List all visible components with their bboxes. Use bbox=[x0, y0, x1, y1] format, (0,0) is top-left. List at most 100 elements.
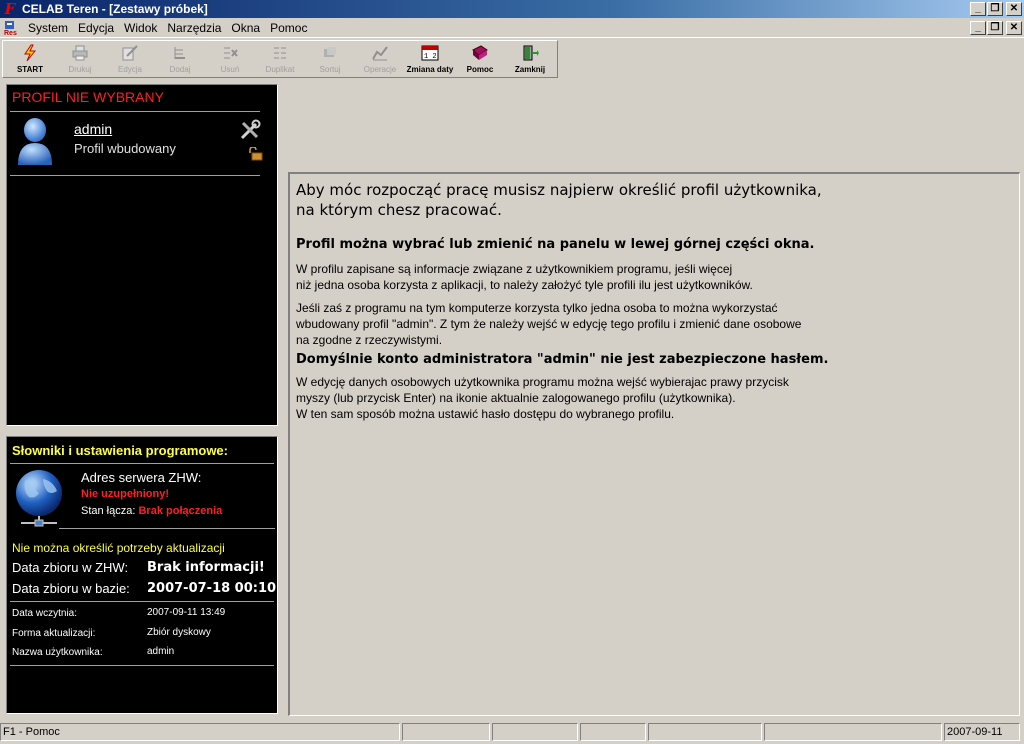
operations-icon bbox=[371, 44, 389, 62]
db-date-label: Data zbioru w bazie: bbox=[12, 581, 130, 596]
server-address-label: Adres serwera ZHW: bbox=[81, 470, 202, 485]
status-cell bbox=[648, 723, 762, 741]
divider bbox=[10, 175, 260, 176]
delete-icon bbox=[221, 44, 239, 62]
settings-panel-title: Słowniki i ustawienia programowe: bbox=[12, 443, 228, 458]
divider bbox=[10, 463, 274, 464]
add-button[interactable]: Dodaj bbox=[155, 42, 205, 76]
user-name-label: Nazwa użytkownika: bbox=[12, 647, 103, 658]
status-hint: F1 - Pomoc bbox=[0, 723, 400, 741]
print-icon bbox=[71, 44, 89, 62]
svg-text:1 2: 1 2 bbox=[424, 53, 437, 61]
info-paragraph-2: Jeśli zaś z programu na tym komputerze k… bbox=[296, 300, 1019, 348]
minimize-button[interactable]: _ bbox=[970, 2, 986, 16]
text-line: myszy (lub przycisk Enter) na ikonie akt… bbox=[296, 391, 736, 405]
menu-pomoc[interactable]: Pomoc bbox=[265, 21, 312, 35]
doc-restore-button[interactable]: ❐ bbox=[987, 21, 1003, 35]
info-subhead: Profil można wybrać lub zmienić na panel… bbox=[296, 237, 815, 252]
sort-icon bbox=[321, 44, 339, 62]
menu-bar: Res System Edycja Widok Narzędzia Okna P… bbox=[0, 19, 1024, 38]
print-button[interactable]: Drukuj bbox=[55, 42, 105, 76]
duplicate-icon bbox=[271, 44, 289, 62]
zhw-date-label: Data zbioru w ZHW: bbox=[12, 560, 129, 575]
start-button[interactable]: START bbox=[5, 42, 55, 76]
info-paragraph-1: W profilu zapisane są informacje związan… bbox=[296, 261, 1019, 293]
info-panel: Aby móc rozpocząć pracę musisz najpierw … bbox=[288, 172, 1020, 716]
title-bar[interactable]: F CELAB Teren - [Zestawy próbek] _ ❐ ✕ bbox=[0, 0, 1024, 18]
menu-widok[interactable]: Widok bbox=[119, 21, 162, 35]
load-date-value: 2007-09-11 13:49 bbox=[147, 607, 226, 618]
profile-description: Profil wbudowany bbox=[74, 141, 176, 156]
window-controls: _ ❐ ✕ bbox=[969, 2, 1022, 16]
connection-status-value: Brak połączenia bbox=[138, 505, 223, 517]
info-paragraph-3: W edycję danych osobowych użytkownika pr… bbox=[296, 374, 1019, 422]
change-date-button[interactable]: 1 2 Zmiana daty bbox=[405, 42, 455, 76]
app-logo-icon: F bbox=[4, 0, 16, 18]
profile-name-link[interactable]: admin bbox=[74, 121, 112, 137]
document-window-controls: _ ❐ ✕ bbox=[969, 21, 1022, 35]
load-date-label: Data wczytnia: bbox=[12, 608, 78, 619]
tools-icon[interactable] bbox=[239, 119, 261, 141]
profile-panel: PROFIL NIE WYBRANY admin Profil wbudowan… bbox=[6, 84, 278, 426]
delete-button[interactable]: Usuń bbox=[205, 42, 255, 76]
db-date-value: 2007-07-18 00:10 bbox=[147, 581, 277, 596]
divider bbox=[10, 601, 274, 602]
status-cell bbox=[492, 723, 578, 741]
user-name-value: admin bbox=[147, 646, 175, 657]
operations-button[interactable]: Operacje bbox=[355, 42, 405, 76]
divider bbox=[59, 528, 275, 529]
profile-item-admin[interactable]: admin Profil wbudowany bbox=[17, 117, 267, 177]
svg-text:Res: Res bbox=[4, 30, 17, 36]
sort-button[interactable]: Sortuj bbox=[305, 42, 355, 76]
status-date: 2007-09-11 bbox=[944, 723, 1020, 741]
status-cell bbox=[764, 723, 942, 741]
edit-button[interactable]: Edycja bbox=[105, 42, 155, 76]
update-note: Nie można określić potrzeby aktualizacji bbox=[12, 541, 225, 555]
zhw-date-value: Brak informacji! bbox=[147, 560, 265, 575]
start-icon bbox=[21, 44, 39, 62]
user-avatar-icon[interactable] bbox=[17, 117, 53, 167]
update-form-value: Zbiór dyskowy bbox=[147, 627, 211, 638]
info-warning: Domyślnie konto administratora "admin" n… bbox=[296, 352, 829, 367]
connection-status: Stan łącza: Brak połączenia bbox=[81, 505, 222, 517]
status-cell bbox=[402, 723, 490, 741]
text-line: niż jedna osoba korzysta z aplikacji, to… bbox=[296, 278, 753, 292]
help-button[interactable]: Pomoc bbox=[455, 42, 505, 76]
document-icon[interactable]: Res bbox=[3, 20, 19, 37]
doc-minimize-button[interactable]: _ bbox=[970, 21, 986, 35]
text-line: W edycję danych osobowych użytkownika pr… bbox=[296, 375, 789, 389]
text-line: na zgodne z rzeczywistymi. bbox=[296, 333, 443, 347]
maximize-button[interactable]: ❐ bbox=[987, 2, 1003, 16]
text-line: wbudowany profil "admin". Z tym że należ… bbox=[296, 317, 802, 331]
text-line: Jeśli zaś z programu na tym komputerze k… bbox=[296, 301, 778, 315]
close-button[interactable]: ✕ bbox=[1006, 2, 1022, 16]
edit-icon bbox=[121, 44, 139, 62]
settings-panel: Słowniki i ustawienia programowe: Adres … bbox=[6, 436, 278, 714]
exit-door-icon bbox=[521, 44, 539, 62]
menu-narzedzia[interactable]: Narzędzia bbox=[162, 21, 226, 35]
menu-okna[interactable]: Okna bbox=[226, 21, 265, 35]
info-headline-line-1: Aby móc rozpocząć pracę musisz najpierw … bbox=[296, 181, 822, 199]
status-bar: F1 - Pomoc 2007-09-11 bbox=[0, 722, 1024, 742]
status-cell bbox=[580, 723, 646, 741]
toolbar: START Drukuj Edycja Dodaj Usuń Duplikat … bbox=[2, 40, 558, 78]
doc-close-button[interactable]: ✕ bbox=[1006, 21, 1022, 35]
network-globe-icon[interactable] bbox=[13, 469, 65, 529]
calendar-icon: 1 2 bbox=[421, 44, 439, 62]
exit-button[interactable]: Zamknij bbox=[505, 42, 555, 76]
help-book-icon bbox=[471, 44, 489, 62]
divider bbox=[10, 665, 274, 666]
text-line: W ten sam sposób można ustawić hasło dos… bbox=[296, 407, 675, 421]
server-address-value: Nie uzupełniony! bbox=[81, 488, 169, 500]
text-line: W profilu zapisane są informacje związan… bbox=[296, 262, 733, 276]
duplicate-button[interactable]: Duplikat bbox=[255, 42, 305, 76]
info-headline-line-2: na którym chesz pracować. bbox=[296, 201, 502, 219]
connection-status-label: Stan łącza: bbox=[81, 505, 136, 517]
divider bbox=[10, 111, 260, 112]
window-title: CELAB Teren - [Zestawy próbek] bbox=[22, 2, 208, 16]
update-form-label: Forma aktualizacji: bbox=[12, 628, 96, 639]
add-icon bbox=[171, 44, 189, 62]
menu-system[interactable]: System bbox=[23, 21, 73, 35]
profile-panel-title: PROFIL NIE WYBRANY bbox=[12, 89, 164, 105]
menu-edycja[interactable]: Edycja bbox=[73, 21, 119, 35]
